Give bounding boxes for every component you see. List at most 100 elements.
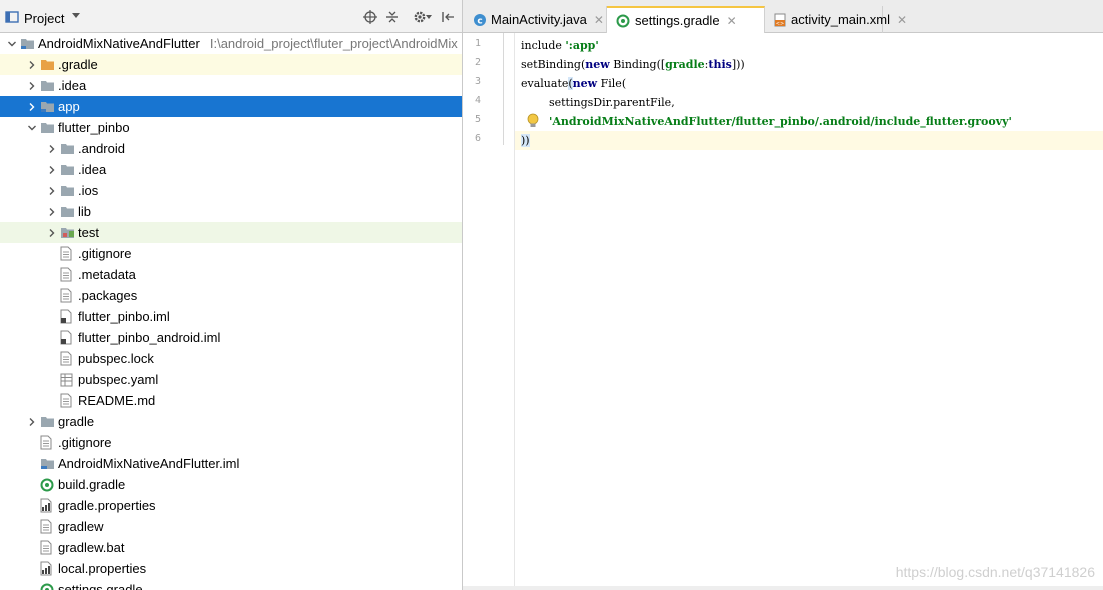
tree-row[interactable]: .gitignore bbox=[0, 243, 462, 264]
chevron-right-icon[interactable] bbox=[44, 159, 60, 180]
tree-row[interactable]: .gitignore bbox=[0, 432, 462, 453]
tree-row-label: test bbox=[78, 225, 99, 240]
tree-row[interactable]: README.md bbox=[0, 390, 462, 411]
tree-row-label: flutter_pinbo_android.iml bbox=[78, 330, 221, 345]
tree-row[interactable]: .gradle bbox=[0, 54, 462, 75]
properties-file-icon bbox=[40, 558, 57, 579]
line-number: 3 bbox=[474, 76, 481, 87]
tree-row-label: flutter_pinbo bbox=[58, 120, 130, 135]
chevron-right-icon[interactable] bbox=[24, 54, 40, 75]
tab-activity-main-xml[interactable]: <> activity_main.xml ✕ bbox=[765, 6, 907, 33]
code-editor[interactable]: include ':app' setBinding(new Binding([g… bbox=[515, 33, 1103, 573]
project-view-selector[interactable]: Project bbox=[24, 11, 64, 26]
file-icon bbox=[60, 285, 77, 306]
close-icon[interactable]: ✕ bbox=[727, 14, 737, 28]
tree-row[interactable]: AndroidMixNativeAndFlutter I:\android_pro… bbox=[0, 33, 462, 54]
tab-mainactivity-java[interactable]: c MainActivity.java ✕ bbox=[465, 6, 607, 33]
tree-row[interactable]: .ios bbox=[0, 180, 462, 201]
tree-row[interactable]: .android bbox=[0, 138, 462, 159]
project-view-icon bbox=[5, 10, 19, 24]
line-number: 1 bbox=[474, 38, 481, 49]
tree-row[interactable]: AndroidMixNativeAndFlutter.iml bbox=[0, 453, 462, 474]
close-icon[interactable]: ✕ bbox=[594, 13, 604, 27]
tree-row[interactable]: test bbox=[0, 222, 462, 243]
chevron-down-icon[interactable] bbox=[72, 13, 80, 18]
iml-file-icon bbox=[60, 327, 77, 348]
collapse-all-icon[interactable] bbox=[385, 10, 399, 24]
tree-row-label: .ios bbox=[78, 183, 99, 198]
tree-row-label: .gradle bbox=[58, 57, 98, 72]
chevron-down-icon[interactable] bbox=[24, 117, 40, 138]
chevron-right-icon[interactable] bbox=[44, 180, 60, 201]
tree-row[interactable]: flutter_pinbo_android.iml bbox=[0, 327, 462, 348]
tree-row-label: gradlew.bat bbox=[58, 540, 125, 555]
horizontal-scrollbar[interactable] bbox=[463, 586, 1103, 590]
tree-row[interactable]: .packages bbox=[0, 285, 462, 306]
tree-row[interactable]: pubspec.lock bbox=[0, 348, 462, 369]
chevron-right-icon[interactable] bbox=[24, 96, 40, 117]
tree-row-label: README.md bbox=[78, 393, 156, 408]
tree-row-label: gradlew bbox=[58, 519, 104, 534]
tree-row[interactable]: .metadata bbox=[0, 264, 462, 285]
file-icon bbox=[40, 432, 57, 453]
tree-row[interactable]: gradlew bbox=[0, 516, 462, 537]
tree-row-label: .idea bbox=[58, 78, 87, 93]
tab-label: MainActivity.java bbox=[491, 12, 587, 27]
tree-row[interactable]: local.properties bbox=[0, 558, 462, 579]
tree-row-label: .android bbox=[78, 141, 125, 156]
tree-row[interactable]: .idea bbox=[0, 159, 462, 180]
project-panel-header: Project bbox=[0, 0, 462, 33]
file-icon bbox=[40, 537, 57, 558]
tree-row[interactable]: app bbox=[0, 96, 462, 117]
tree-row[interactable]: build.gradle bbox=[0, 474, 462, 495]
tab-label: activity_main.xml bbox=[791, 12, 890, 27]
tree-row-label: gradle bbox=[58, 414, 95, 429]
module-folder-icon bbox=[40, 96, 57, 117]
chevron-right-icon[interactable] bbox=[44, 201, 60, 222]
tree-row[interactable]: pubspec.yaml bbox=[0, 369, 462, 390]
gradle-icon bbox=[40, 579, 57, 590]
tree-row[interactable]: gradle.properties bbox=[0, 495, 462, 516]
file-icon bbox=[60, 348, 77, 369]
editor-area: c MainActivity.java ✕ settings.gradle ✕ … bbox=[463, 0, 1103, 590]
tree-row-label: .metadata bbox=[78, 267, 136, 282]
hide-panel-icon[interactable] bbox=[441, 10, 455, 24]
chevron-right-icon[interactable] bbox=[24, 75, 40, 96]
chevron-down-icon[interactable] bbox=[4, 33, 20, 54]
tree-row[interactable]: gradlew.bat bbox=[0, 537, 462, 558]
line-number: 6 bbox=[474, 133, 481, 144]
chevron-right-icon[interactable] bbox=[44, 138, 60, 159]
close-icon[interactable]: ✕ bbox=[897, 13, 907, 27]
tree-row-label: local.properties bbox=[58, 561, 147, 576]
tree-row[interactable]: lib bbox=[0, 201, 462, 222]
folder-icon bbox=[40, 54, 57, 75]
tree-row[interactable]: gradle bbox=[0, 411, 462, 432]
chevron-right-icon[interactable] bbox=[24, 411, 40, 432]
tree-row[interactable]: .idea bbox=[0, 75, 462, 96]
gear-dropdown-icon[interactable] bbox=[425, 10, 433, 24]
tree-row-label: .gitignore bbox=[78, 246, 132, 261]
tree-row[interactable]: flutter_pinbo.iml bbox=[0, 306, 462, 327]
chevron-right-icon[interactable] bbox=[44, 222, 60, 243]
iml-file-icon bbox=[60, 306, 77, 327]
tree-row[interactable]: flutter_pinbo bbox=[0, 117, 462, 138]
tree-row-label: lib bbox=[78, 204, 92, 219]
locate-file-icon[interactable] bbox=[363, 10, 377, 24]
tree-row-label: .idea bbox=[78, 162, 107, 177]
tree-row[interactable]: settings.gradle bbox=[0, 579, 462, 590]
tab-settings-gradle[interactable]: settings.gradle ✕ bbox=[607, 6, 765, 33]
code-line-4: settingsDir.parentFile, bbox=[521, 96, 675, 109]
folder-icon bbox=[40, 75, 57, 96]
line-number-gutter: 1 2 3 4 5 6 bbox=[463, 33, 539, 590]
